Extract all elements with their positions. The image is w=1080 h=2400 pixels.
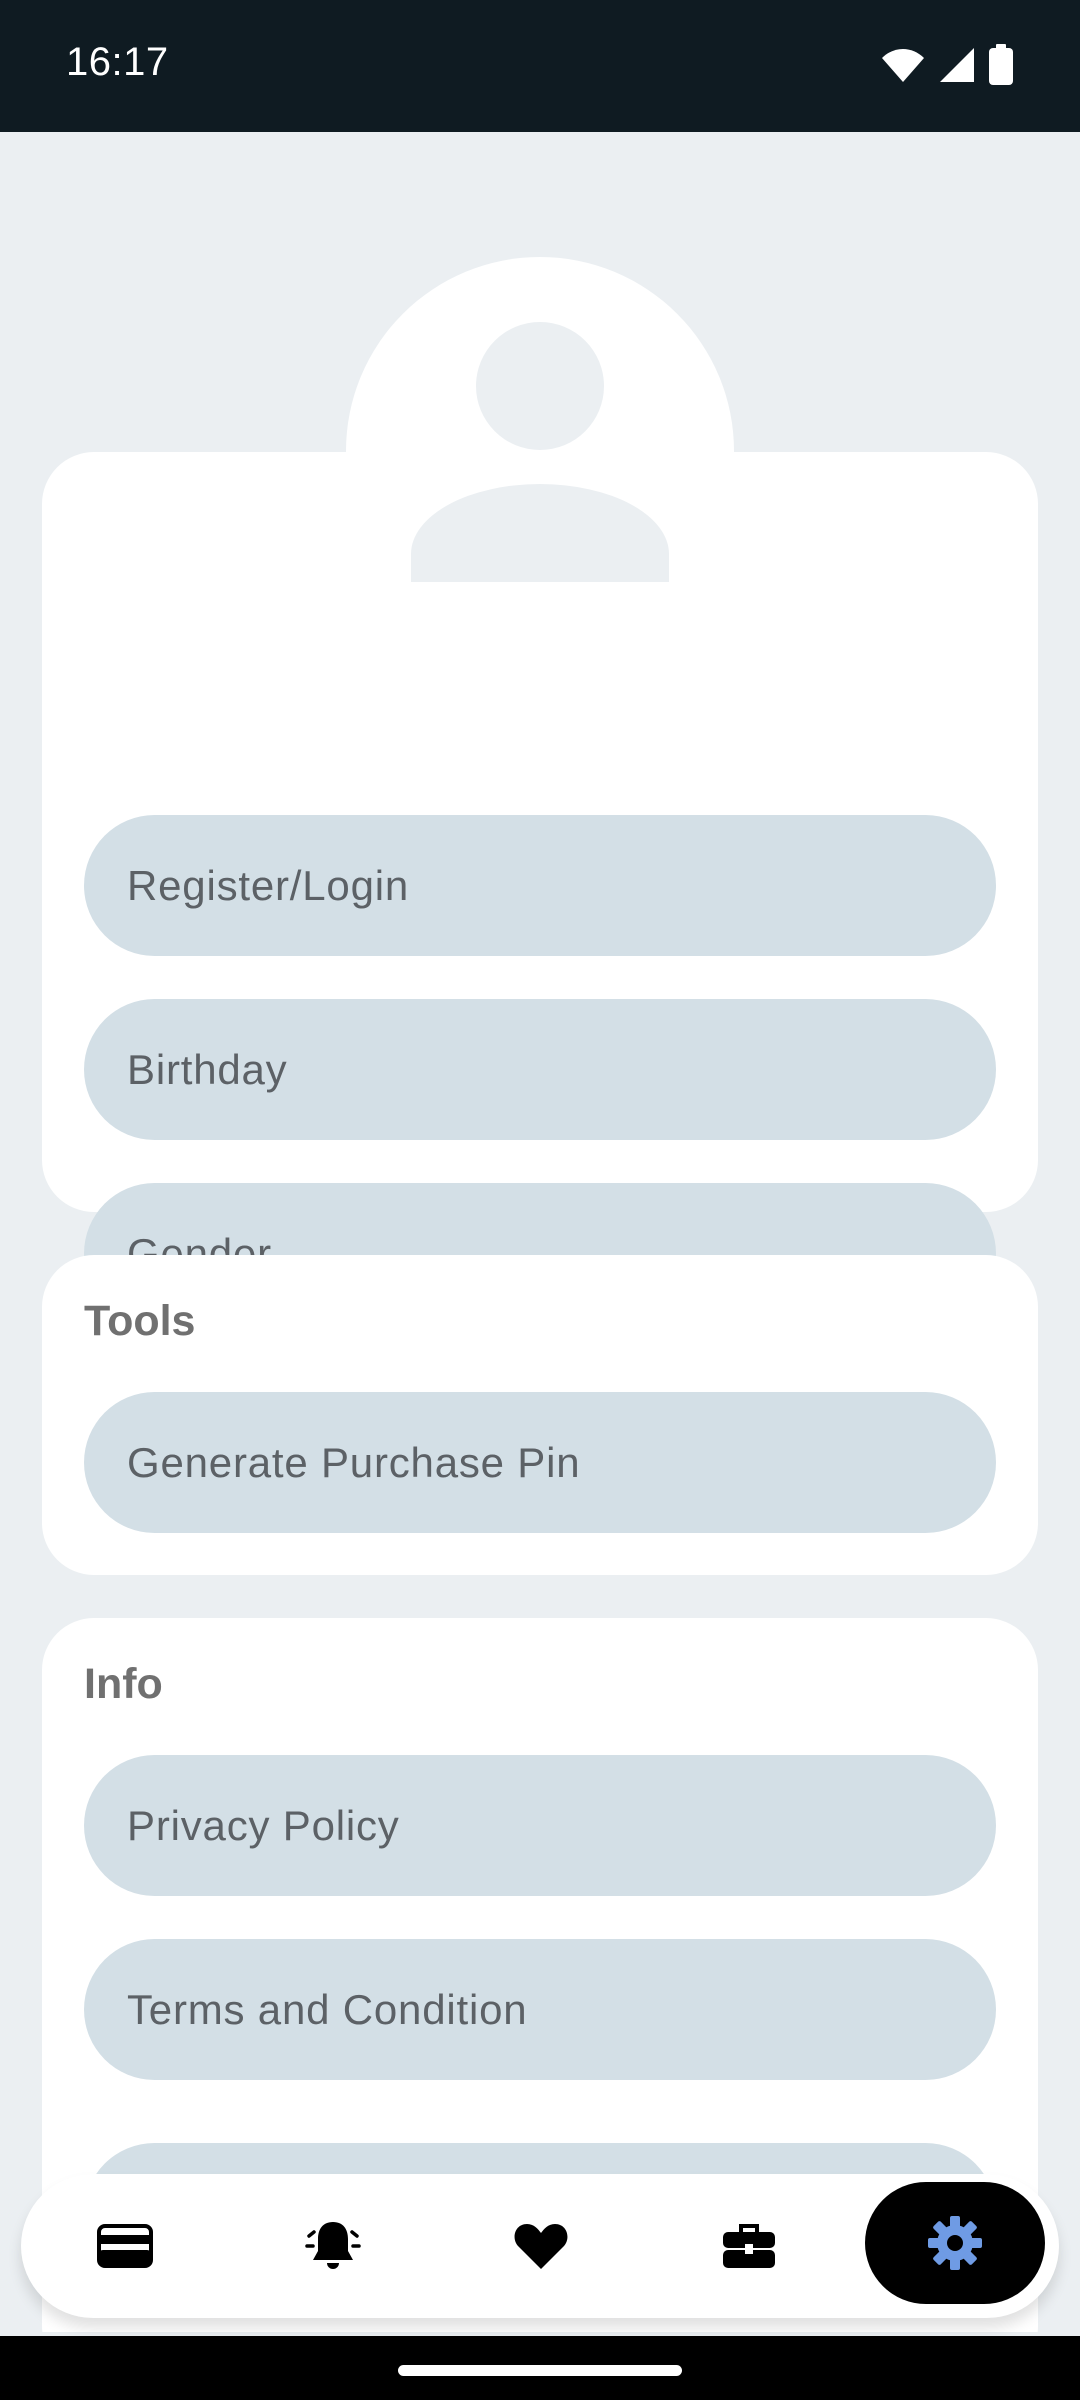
gear-icon xyxy=(928,2216,982,2270)
register-login-label: Register/Login xyxy=(127,861,410,909)
terms-and-condition-button[interactable]: Terms and Condition xyxy=(84,1939,996,2080)
birthday-button[interactable]: Birthday xyxy=(84,999,996,1140)
generate-purchase-pin-button[interactable]: Generate Purchase Pin xyxy=(84,1392,996,1533)
wifi-icon xyxy=(882,49,924,82)
nav-cards[interactable] xyxy=(35,2174,215,2318)
heart-icon xyxy=(514,2224,568,2269)
privacy-policy-label: Privacy Policy xyxy=(127,1801,400,1849)
birthday-label: Birthday xyxy=(127,1045,288,1093)
credit-card-icon xyxy=(97,2224,153,2268)
register-login-button[interactable]: Register/Login xyxy=(84,815,996,956)
status-time: 16:17 xyxy=(66,40,169,84)
bell-icon xyxy=(305,2222,361,2269)
home-gesture-handle[interactable] xyxy=(398,2365,682,2376)
nav-services[interactable] xyxy=(659,2174,839,2318)
battery-icon xyxy=(989,44,1013,85)
signal-icon xyxy=(940,48,974,82)
status-icons xyxy=(880,44,1014,86)
status-bar: 16:17 xyxy=(0,0,1080,132)
user-avatar-icon xyxy=(476,322,604,450)
nav-settings[interactable] xyxy=(865,2182,1045,2304)
bottom-navigation xyxy=(21,2174,1059,2318)
info-title: Info xyxy=(84,1660,163,1708)
generate-purchase-pin-label: Generate Purchase Pin xyxy=(127,1438,581,1486)
terms-and-condition-label: Terms and Condition xyxy=(127,1985,528,2033)
tools-card: Tools Generate Purchase Pin xyxy=(42,1255,1038,1575)
nav-notifications[interactable] xyxy=(243,2174,423,2318)
nav-favorites[interactable] xyxy=(451,2174,631,2318)
briefcase-icon xyxy=(723,2224,775,2268)
tools-title: Tools xyxy=(84,1297,196,1345)
privacy-policy-button[interactable]: Privacy Policy xyxy=(84,1755,996,1896)
settings-content[interactable]: Register/Login Birthday Gender Tools Gen… xyxy=(0,132,1080,2332)
